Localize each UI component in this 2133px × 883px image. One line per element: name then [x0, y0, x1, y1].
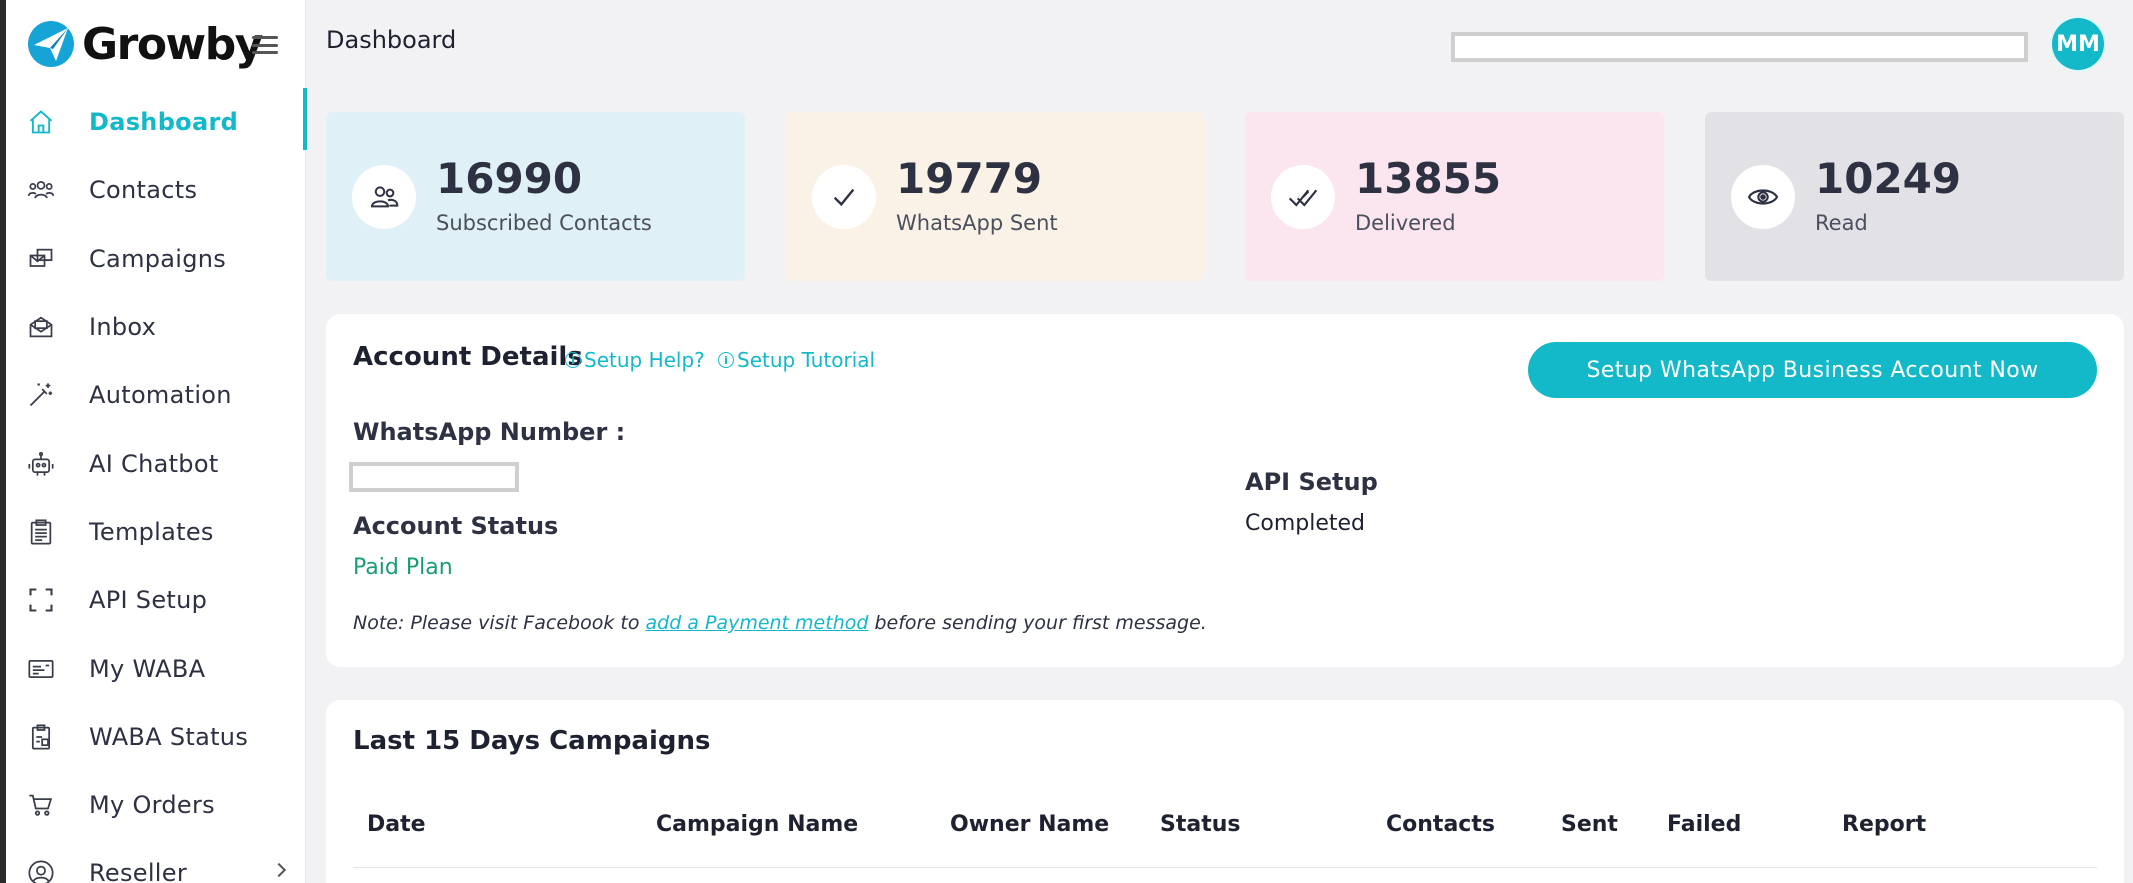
note-prefix: Note: Please visit Facebook to: [353, 612, 646, 634]
stat-label: Read: [1815, 210, 1868, 235]
sidebar-item-label: Reseller: [89, 859, 188, 883]
clipboard-icon: [26, 517, 56, 547]
page-title: Dashboard: [326, 26, 457, 54]
add-payment-method-link[interactable]: add a Payment method: [645, 612, 868, 634]
column-header-status[interactable]: Status: [1160, 812, 1240, 837]
stat-value: 19779: [896, 154, 1043, 204]
api-setup-label: API Setup: [1245, 468, 1378, 496]
sidebar-item-label: Dashboard: [89, 108, 239, 137]
sidebar-item-label: WABA Status: [89, 722, 249, 751]
check-icon: [812, 164, 876, 229]
stat-card-subscribed-contacts: 16990 Subscribed Contacts: [326, 112, 745, 281]
sidebar-item-waba-status[interactable]: WABA Status: [6, 703, 306, 771]
setup-tutorial-label: Setup Tutorial: [737, 348, 876, 372]
sidebar-item-label: AI Chatbot: [89, 449, 219, 478]
sidebar-item-campaigns[interactable]: Campaigns: [6, 225, 306, 293]
eye-icon: [1731, 164, 1795, 229]
column-header-report[interactable]: Report: [1842, 812, 1926, 837]
account-status-value: Paid Plan: [353, 555, 453, 580]
sidebar-item-label: Contacts: [89, 176, 198, 205]
setup-help-link[interactable]: i Setup Help?: [565, 348, 705, 372]
sidebar-item-label: Automation: [89, 381, 232, 410]
column-header-sent[interactable]: Sent: [1561, 812, 1618, 837]
brand-name: Growby: [82, 18, 263, 70]
column-header-date[interactable]: Date: [367, 812, 426, 837]
stat-card-delivered: 13855 Delivered: [1245, 112, 1664, 281]
note-suffix: before sending your first message.: [868, 612, 1207, 634]
column-header-campaign-name[interactable]: Campaign Name: [656, 812, 858, 837]
info-icon: i: [718, 352, 734, 368]
campaigns-table-header: Date Campaign Name Owner Name Status Con…: [353, 812, 2097, 868]
scan-frame-icon: [26, 585, 56, 615]
double-check-icon: [1271, 164, 1335, 229]
stat-value: 13855: [1355, 154, 1502, 204]
sidebar-item-label: Campaigns: [89, 244, 227, 273]
campaigns-icon: [26, 244, 56, 274]
whatsapp-number-label: WhatsApp Number :: [353, 418, 626, 446]
sidebar-item-label: API Setup: [89, 586, 208, 615]
sidebar-item-api-setup[interactable]: API Setup: [6, 566, 306, 634]
sidebar-item-label: My Orders: [89, 791, 215, 820]
payment-note: Note: Please visit Facebook to add a Pay…: [353, 612, 1207, 634]
setup-tutorial-link[interactable]: i Setup Tutorial: [718, 348, 875, 372]
column-header-failed[interactable]: Failed: [1667, 812, 1741, 837]
setup-whatsapp-business-button[interactable]: Setup WhatsApp Business Account Now: [1528, 342, 2097, 398]
sidebar-item-inbox[interactable]: Inbox: [6, 293, 306, 361]
stat-label: WhatsApp Sent: [896, 210, 1058, 235]
stat-label: Subscribed Contacts: [436, 210, 652, 235]
sidebar-item-my-orders[interactable]: My Orders: [6, 771, 306, 839]
growby-logo-icon: [28, 21, 74, 67]
campaigns-panel: Last 15 Days Campaigns Date Campaign Nam…: [326, 700, 2124, 883]
user-avatar[interactable]: MM: [2052, 18, 2104, 70]
brand[interactable]: Growby: [26, 14, 263, 74]
sidebar-item-label: Templates: [89, 517, 214, 546]
info-icon: i: [565, 352, 581, 368]
stat-label: Delivered: [1355, 210, 1456, 235]
account-status-label: Account Status: [353, 512, 559, 540]
account-details-title: Account Details: [353, 342, 583, 372]
sidebar-item-label: Inbox: [89, 313, 157, 342]
user-circle-icon: [26, 858, 56, 883]
inbox-icon: [26, 312, 56, 342]
clipboard-check-icon: [26, 722, 56, 752]
sidebar-nav: Dashboard Contacts Campaigns Inbox Autom…: [6, 88, 307, 883]
cart-icon: [26, 790, 56, 820]
sidebar-item-dashboard[interactable]: Dashboard: [6, 88, 307, 156]
api-setup-value: Completed: [1245, 511, 1365, 536]
column-header-contacts[interactable]: Contacts: [1386, 812, 1495, 837]
column-header-owner-name[interactable]: Owner Name: [950, 812, 1109, 837]
sidebar-item-automation[interactable]: Automation: [6, 361, 306, 429]
sidebar-item-reseller[interactable]: Reseller: [6, 839, 306, 883]
campaigns-title: Last 15 Days Campaigns: [353, 726, 711, 756]
users-icon: [352, 164, 416, 229]
stat-card-whatsapp-sent: 19779 WhatsApp Sent: [786, 112, 1205, 281]
sidebar-item-contacts[interactable]: Contacts: [6, 156, 306, 224]
stat-value: 10249: [1815, 154, 1962, 204]
whatsapp-number-value: [349, 462, 519, 492]
setup-help-label: Setup Help?: [584, 348, 705, 372]
magic-wand-icon: [26, 380, 56, 410]
account-details-panel: Account Details i Setup Help? i Setup Tu…: [326, 314, 2124, 667]
sidebar-item-my-waba[interactable]: My WABA: [6, 634, 306, 702]
robot-icon: [26, 449, 56, 479]
menu-toggle-icon[interactable]: [252, 36, 278, 54]
stat-card-read: 10249 Read: [1705, 112, 2124, 281]
id-card-icon: [26, 654, 56, 684]
users-icon: [26, 175, 56, 205]
sidebar-item-templates[interactable]: Templates: [6, 498, 306, 566]
home-icon: [26, 107, 56, 137]
sidebar-item-label: My WABA: [89, 654, 206, 683]
search-input[interactable]: [1451, 32, 2028, 62]
sidebar: Growby Dashboard Contacts Campaigns Inbo…: [6, 0, 307, 883]
chevron-right-icon: [271, 863, 287, 878]
stat-value: 16990: [436, 154, 583, 204]
sidebar-item-ai-chatbot[interactable]: AI Chatbot: [6, 429, 306, 497]
